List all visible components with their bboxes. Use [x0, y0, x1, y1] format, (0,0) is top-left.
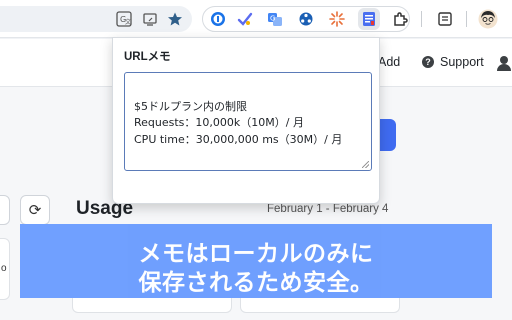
- promo-banner: メモはローカルのみに 保存されるため安全。: [20, 224, 492, 298]
- card-fragment-text: o: [1, 263, 7, 274]
- date-range[interactable]: February 1 - February 4: [267, 203, 388, 215]
- network-extension-icon[interactable]: [295, 8, 317, 30]
- user-icon[interactable]: [497, 55, 511, 71]
- help-circle-icon: ?: [422, 56, 434, 68]
- support-link[interactable]: ? Support: [422, 55, 484, 69]
- memo-textarea[interactable]: $5ドルプラン内の制限 Requests：10,000k（10M）/ 月 CPU…: [124, 72, 372, 171]
- filter-select[interactable]: [0, 195, 10, 225]
- svg-text:文: 文: [125, 18, 131, 26]
- toolbar-divider: [466, 11, 467, 27]
- popup-title: URLメモ: [124, 51, 171, 63]
- refresh-icon: ⟳: [28, 202, 42, 219]
- svg-text:G: G: [270, 15, 275, 23]
- bookmark-star-icon[interactable]: [164, 8, 186, 30]
- banner-line-2: 保存されるため安全。: [138, 270, 374, 296]
- browser-toolbar: G文 G: [0, 0, 512, 38]
- add-link[interactable]: Add: [378, 55, 400, 69]
- url-memo-extension-icon[interactable]: [358, 8, 380, 30]
- refresh-button[interactable]: ⟳: [20, 195, 50, 225]
- translate-extension-icon[interactable]: G: [264, 8, 286, 30]
- url-memo-popup: URLメモ $5ドルプラン内の制限 Requests：10,000k（10M）/…: [112, 37, 380, 204]
- profile-avatar-icon[interactable]: [477, 8, 499, 30]
- resize-grip-icon[interactable]: [362, 161, 369, 168]
- password-manager-icon[interactable]: [207, 8, 229, 30]
- toolbar-divider: [421, 11, 422, 27]
- support-label: Support: [440, 55, 484, 69]
- check-extension-icon[interactable]: [234, 8, 256, 30]
- translate-icon[interactable]: G文: [113, 8, 135, 30]
- puzzle-extensions-icon[interactable]: [389, 8, 411, 30]
- usage-card-left: o: [0, 238, 10, 300]
- add-label: Add: [378, 55, 401, 69]
- sunburst-extension-icon[interactable]: [326, 8, 348, 30]
- memo-text: $5ドルプラン内の制限 Requests：10,000k（10M）/ 月 CPU…: [134, 99, 343, 146]
- cast-icon[interactable]: [139, 8, 161, 30]
- reading-list-icon[interactable]: [434, 8, 456, 30]
